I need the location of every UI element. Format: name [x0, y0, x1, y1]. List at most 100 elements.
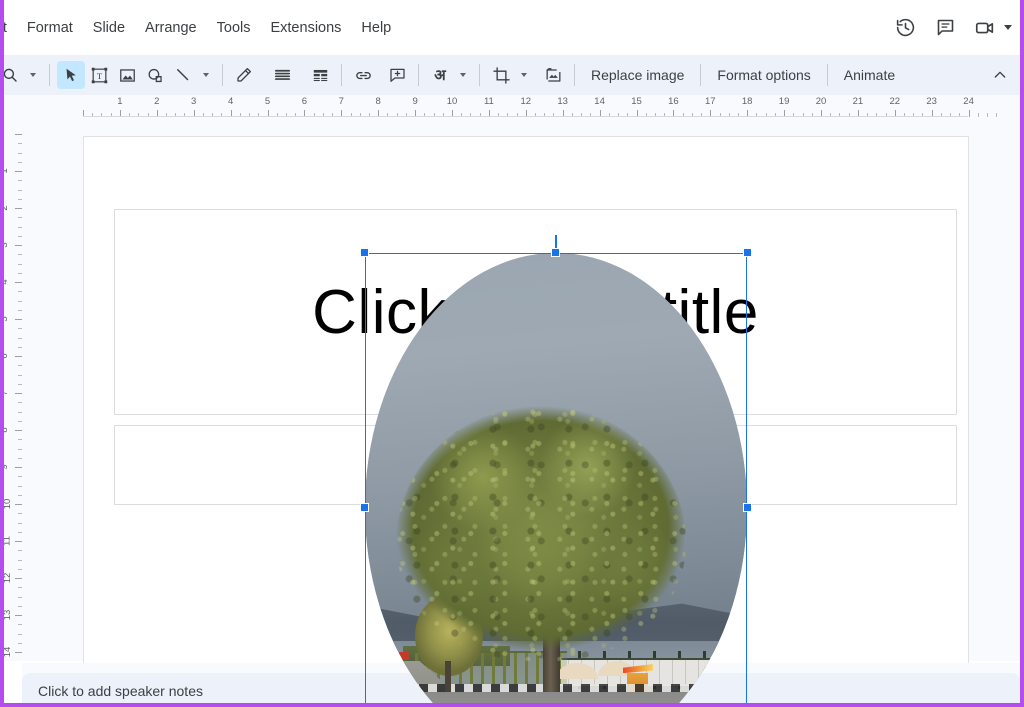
- transliteration-tool[interactable]: अ: [426, 61, 454, 89]
- menu-arrange[interactable]: Arrange: [136, 13, 206, 43]
- transliteration-caret-icon[interactable]: [454, 61, 472, 89]
- shape-tool[interactable]: [141, 61, 169, 89]
- ruler-label: 22: [890, 96, 901, 107]
- toolbar-divider: [418, 64, 419, 86]
- resize-handle-ne[interactable]: [743, 248, 752, 257]
- ruler-label: 17: [705, 96, 716, 107]
- horizontal-ruler-track: 123456789101112131415161718192021222324: [0, 95, 1024, 117]
- line-tool[interactable]: [169, 61, 197, 89]
- insert-image-tool[interactable]: [113, 61, 141, 89]
- format-options-button[interactable]: Format options: [708, 61, 819, 90]
- ruler-label: 23: [926, 96, 937, 107]
- ruler-tick: [15, 319, 22, 320]
- ruler-tick: [15, 467, 22, 468]
- photo-tree-texture: [396, 406, 686, 661]
- add-comment-tool[interactable]: [383, 61, 411, 89]
- ruler-label: 5: [265, 96, 270, 107]
- viewport-border-left: [0, 0, 4, 707]
- toolbar-divider: [700, 64, 701, 86]
- toolbar-group-insert: [349, 61, 411, 89]
- photo-tree-road: [365, 253, 747, 707]
- ruler-tick: [15, 541, 22, 542]
- ruler-tick: [15, 282, 22, 283]
- svg-text:T: T: [96, 71, 102, 81]
- text-fill-tool[interactable]: [268, 61, 296, 89]
- ruler-label: 4: [228, 96, 233, 107]
- toolbar-group-zoom: [0, 61, 42, 89]
- crop-image-caret-icon[interactable]: [515, 61, 533, 89]
- ruler-label: 20: [816, 96, 827, 107]
- ruler-tick: [15, 171, 22, 172]
- comment-icon[interactable]: [926, 9, 964, 47]
- toolbar-divider: [479, 64, 480, 86]
- ruler-label: 11: [484, 96, 494, 107]
- ruler-label: 1: [117, 96, 122, 107]
- menu-help[interactable]: Help: [352, 13, 400, 43]
- ruler-label: 12: [521, 96, 532, 107]
- menu-tools[interactable]: Tools: [208, 13, 260, 43]
- menu-format[interactable]: Format: [18, 13, 82, 43]
- menu-slide[interactable]: Slide: [84, 13, 134, 43]
- horizontal-ruler[interactable]: 123456789101112131415161718192021222324: [0, 95, 1024, 117]
- ruler-tick: [15, 652, 22, 653]
- ruler-tick: [15, 356, 22, 357]
- ruler-tick: [15, 245, 22, 246]
- ruler-label: 3: [191, 96, 196, 107]
- layout-tool[interactable]: [306, 61, 334, 89]
- replace-image-button[interactable]: Replace image: [582, 61, 693, 90]
- slide-canvas-workspace[interactable]: Click to add title: [22, 117, 1020, 661]
- toolbar-divider: [574, 64, 575, 86]
- resize-handle-n[interactable]: [551, 248, 560, 257]
- resize-handle-e[interactable]: [743, 503, 752, 512]
- masked-image-object[interactable]: [365, 253, 747, 707]
- toolbar-group-image: [487, 61, 567, 89]
- viewport-border-bottom: [0, 703, 1024, 707]
- toolbar-group-draw: [230, 61, 334, 89]
- ruler-label: 9: [412, 96, 417, 107]
- toolbar-divider: [341, 64, 342, 86]
- version-history-icon[interactable]: [886, 9, 924, 47]
- ruler-label: 19: [779, 96, 790, 107]
- menu-extensions[interactable]: Extensions: [261, 13, 350, 43]
- menu-bar: rt Format Slide Arrange Tools Extensions…: [0, 0, 1024, 55]
- mask-image-tool[interactable]: [539, 61, 567, 89]
- ruler-tick: [15, 504, 22, 505]
- resize-handle-w[interactable]: [360, 503, 369, 512]
- text-box-tool[interactable]: T: [85, 61, 113, 89]
- viewport-border-right: [1020, 0, 1024, 707]
- resize-handle-nw[interactable]: [360, 248, 369, 257]
- ruler-label: 7: [339, 96, 344, 107]
- toolbar-divider: [827, 64, 828, 86]
- toolbar-divider: [49, 64, 50, 86]
- ellipse-mask: [365, 253, 747, 707]
- collapse-toolbar-button[interactable]: [986, 61, 1014, 89]
- zoom-tool-caret-icon[interactable]: [24, 61, 42, 89]
- toolbar-divider: [222, 64, 223, 86]
- menu-items: rt Format Slide Arrange Tools Extensions…: [0, 0, 401, 55]
- toolbar: T: [0, 55, 1024, 95]
- ruler-tick: [15, 430, 22, 431]
- ruler-tick: [15, 208, 22, 209]
- crop-image-tool[interactable]: [487, 61, 515, 89]
- toolbar-group-objects: T: [57, 61, 215, 89]
- slides-editor-window: rt Format Slide Arrange Tools Extensions…: [0, 0, 1024, 707]
- line-tool-caret-icon[interactable]: [197, 61, 215, 89]
- ruler-label: 24: [963, 96, 974, 107]
- ruler-label: 8: [376, 96, 381, 107]
- ruler-label: 18: [742, 96, 753, 107]
- select-tool[interactable]: [57, 61, 85, 89]
- ruler-label: 14: [594, 96, 605, 107]
- photo-small-tree-trunk: [445, 661, 451, 692]
- photo-flag-small: [399, 652, 409, 660]
- pen-tool[interactable]: [230, 61, 258, 89]
- present-video-icon[interactable]: [966, 9, 1004, 47]
- ruler-tick: [15, 393, 22, 394]
- present-options-caret-icon[interactable]: [1004, 25, 1012, 30]
- ruler-label: 6: [302, 96, 307, 107]
- menu-bar-right-actions: [886, 0, 1016, 55]
- insert-link-tool[interactable]: [349, 61, 377, 89]
- ruler-label: 2: [154, 96, 159, 107]
- animate-button[interactable]: Animate: [835, 61, 904, 90]
- ruler-tick: [969, 110, 970, 117]
- ruler-label: 16: [668, 96, 679, 107]
